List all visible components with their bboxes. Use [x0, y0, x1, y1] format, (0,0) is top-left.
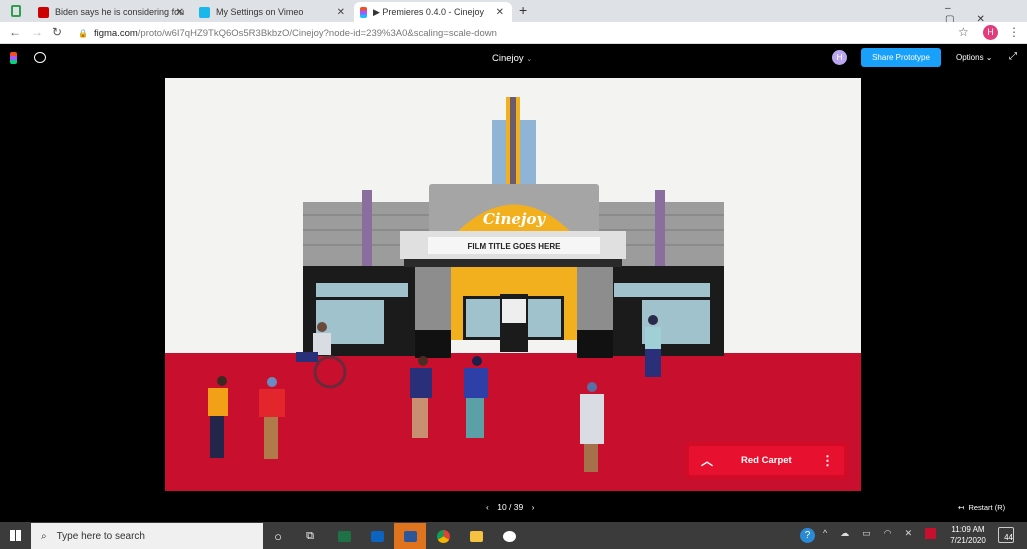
- app-tray-icon[interactable]: [925, 528, 936, 539]
- help-icon[interactable]: ?: [800, 528, 815, 543]
- close-tab-icon[interactable]: ✕: [337, 7, 345, 18]
- file-explorer-icon[interactable]: [460, 523, 492, 549]
- close-tab-icon[interactable]: ✕: [176, 7, 184, 18]
- cortana-icon[interactable]: ○: [262, 523, 294, 549]
- previous-icon[interactable]: ‹: [486, 502, 489, 512]
- red-carpet-button[interactable]: ︿ Red Carpet ⋮: [689, 446, 844, 475]
- vimeo-icon: [199, 6, 210, 18]
- cnn-icon: [38, 6, 49, 18]
- options-menu[interactable]: Options ⌄: [956, 53, 993, 62]
- word-icon[interactable]: [394, 523, 426, 549]
- cinejoy-logo: Cinejoy: [483, 210, 547, 228]
- excel-icon[interactable]: [328, 523, 360, 549]
- profile-avatar[interactable]: H: [983, 25, 998, 40]
- page-navigation: ‹ 10 / 39 ›: [486, 502, 535, 512]
- clock[interactable]: 11:09 AM 7/21/2020: [946, 524, 990, 546]
- share-prototype-button[interactable]: Share Prototype: [861, 48, 941, 67]
- reload-icon[interactable]: ↻: [52, 25, 62, 39]
- slack-icon[interactable]: [493, 523, 525, 549]
- back-icon[interactable]: ←: [9, 25, 21, 39]
- menu-icon[interactable]: ⋮: [1008, 25, 1020, 39]
- system-tray-icons[interactable]: ^☁▭◠✕: [823, 528, 925, 539]
- marquee: Cinejoy FILM TITLE GOES HERE: [400, 184, 626, 267]
- avatar: H: [832, 50, 847, 65]
- task-view-icon[interactable]: ⧉: [294, 523, 326, 549]
- marquee-title: FILM TITLE GOES HERE: [468, 242, 562, 251]
- comment-icon[interactable]: [34, 52, 46, 63]
- search-icon: ⌕: [41, 530, 47, 542]
- restart-icon: ↤: [958, 503, 965, 512]
- prototype-title[interactable]: Cinejoy ⌄: [492, 53, 532, 64]
- lock-icon: 🔒: [78, 28, 88, 38]
- tab-cnn[interactable]: Biden says he is considering fou ✕: [32, 2, 192, 22]
- restart-button[interactable]: ↤ Restart (R): [958, 503, 1005, 512]
- chevron-down-icon: ⌄: [526, 56, 533, 63]
- sheets-icon[interactable]: [11, 5, 21, 17]
- tab-cinejoy[interactable]: ▶ Premieres 0.4.0 - Cinejoy ✕: [354, 2, 512, 22]
- windows-start-icon[interactable]: [10, 530, 21, 541]
- new-tab-button[interactable]: +: [519, 2, 527, 18]
- figma-icon: [360, 6, 367, 18]
- forward-icon[interactable]: →: [31, 25, 43, 39]
- chevron-up-icon: ︿: [701, 454, 714, 468]
- entrance: [415, 267, 613, 358]
- fullscreen-icon[interactable]: ⤢: [1009, 51, 1017, 62]
- bookmark-star-icon[interactable]: ☆: [958, 25, 969, 39]
- browser-tab-bar: Biden says he is considering fou ✕ My Set…: [0, 0, 1027, 25]
- next-icon[interactable]: ›: [532, 502, 535, 512]
- cinema-illustration: Cinejoy FILM TITLE GOES HERE: [165, 78, 861, 491]
- prototype-frame[interactable]: Cinejoy FILM TITLE GOES HERE: [165, 78, 861, 491]
- figma-logo-icon[interactable]: [10, 52, 17, 64]
- notifications-button[interactable]: 44: [998, 527, 1014, 543]
- tab-vimeo[interactable]: My Settings on Vimeo ✕: [193, 2, 353, 22]
- chrome-icon[interactable]: [427, 523, 459, 549]
- close-tab-icon[interactable]: ✕: [496, 7, 504, 18]
- more-vertical-icon[interactable]: ⋮: [821, 453, 834, 469]
- taskbar-search[interactable]: ⌕ Type here to search: [31, 523, 263, 549]
- url-field[interactable]: 🔒 figma.com/proto/w6I7qHZ9TkQ6Os5R3BkbzO/…: [78, 25, 948, 41]
- outlook-icon[interactable]: [361, 523, 393, 549]
